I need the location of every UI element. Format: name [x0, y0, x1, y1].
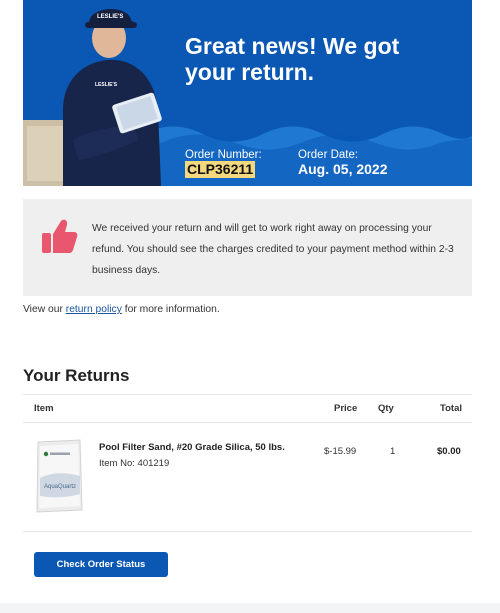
policy-line: View our return policy for more informat…: [23, 304, 220, 315]
product-total: $0.00: [437, 446, 461, 457]
policy-suffix: for more information.: [124, 304, 220, 315]
column-header-qty: Qty: [378, 403, 394, 414]
order-number: CLP36211: [185, 161, 256, 178]
divider: [23, 531, 472, 532]
hero-banner: LESLIE'S LESLIE'S Great news! We got you…: [23, 0, 472, 186]
policy-prefix: View our: [23, 304, 63, 315]
column-header-total: Total: [440, 403, 462, 414]
product-qty: 1: [390, 446, 396, 457]
product-bag-label: AquaQuartz: [44, 484, 76, 490]
thumbs-up-icon: [42, 219, 78, 253]
check-order-status-button[interactable]: Check Order Status: [34, 552, 168, 577]
return-received-notice: We received your return and will get to …: [23, 199, 472, 296]
notice-text: We received your return and will get to …: [92, 223, 454, 276]
column-header-item: Item: [34, 403, 54, 414]
product-image: AquaQuartz: [36, 439, 83, 513]
delivery-person-image: LESLIE'S LESLIE'S: [23, 8, 162, 186]
column-header-price: Price: [334, 403, 358, 414]
product-item-number: Item No: 401219: [99, 458, 170, 469]
order-date: Aug. 05, 2022: [298, 161, 388, 177]
shirt-logo: LESLIE'S: [95, 82, 118, 88]
order-number-label: Order Number:: [185, 149, 262, 161]
return-policy-link[interactable]: return policy: [66, 304, 122, 315]
your-returns-title: Your Returns: [23, 366, 130, 385]
email-page: LESLIE'S LESLIE'S Great news! We got you…: [0, 0, 500, 603]
product-name: Pool Filter Sand, #20 Grade Silica, 50 l…: [99, 442, 285, 453]
divider: [23, 422, 472, 423]
divider: [23, 394, 472, 395]
product-price: $-15.99: [324, 446, 357, 457]
order-date-label: Order Date:: [298, 149, 359, 161]
hero-headline: Great news! We got your return.: [185, 33, 400, 85]
cap-logo: LESLIE'S: [97, 14, 123, 20]
